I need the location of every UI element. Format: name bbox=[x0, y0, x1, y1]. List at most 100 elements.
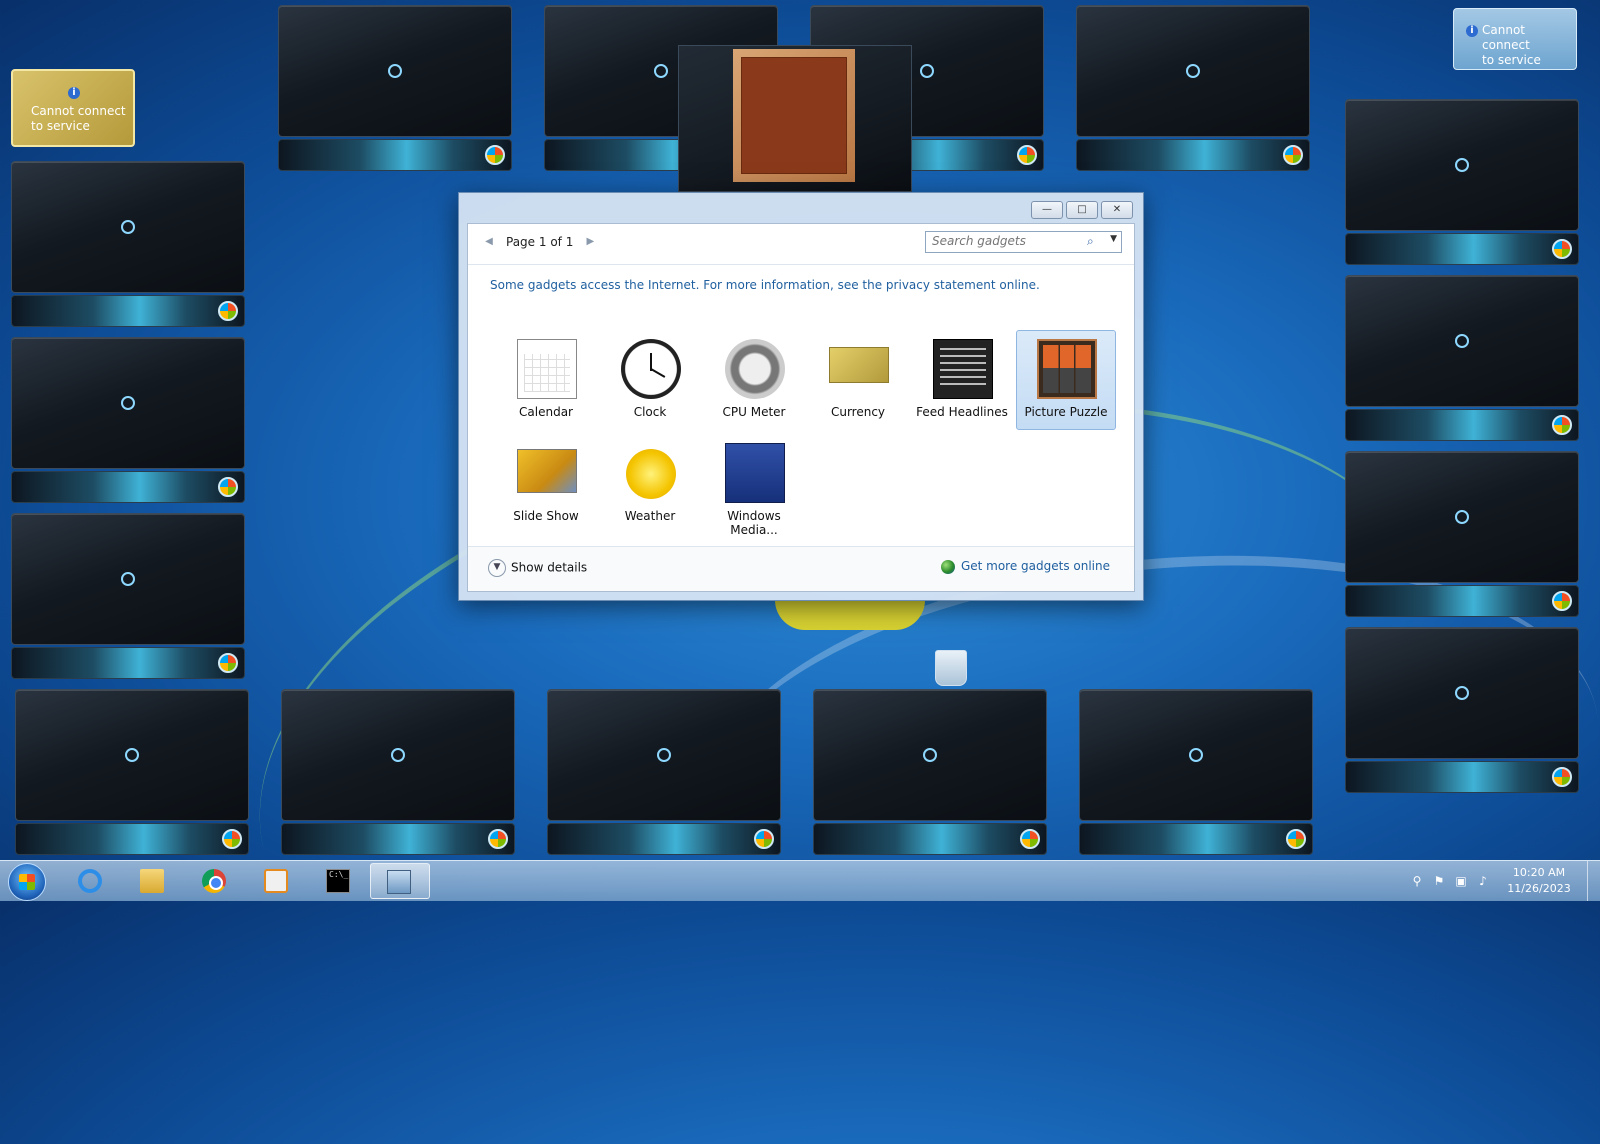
taskbar-app-command-prompt[interactable]: C:\_ bbox=[310, 863, 366, 899]
gadgets-toolbar: ◀ Page 1 of 1 ▶ ⌕ ▼ bbox=[468, 224, 1134, 265]
gadget-item-clock[interactable]: Clock bbox=[600, 330, 700, 430]
clock-date: 11/26/2023 bbox=[1507, 882, 1571, 895]
search-input[interactable] bbox=[926, 232, 1088, 250]
currency-gadget[interactable]: i Cannot connect to service bbox=[11, 69, 135, 147]
recycle-bin-icon[interactable] bbox=[935, 650, 967, 688]
gadget-bar bbox=[1079, 823, 1313, 855]
message-line: to service bbox=[1482, 53, 1541, 67]
taskbar-app-media-player[interactable] bbox=[248, 863, 304, 899]
gadget-item-label: Weather bbox=[624, 509, 676, 523]
internet-explorer-icon bbox=[78, 869, 102, 893]
puzzle-frame bbox=[733, 49, 855, 182]
gadget-item-weather[interactable]: Weather bbox=[600, 434, 700, 534]
start-button[interactable] bbox=[8, 863, 46, 901]
gadget-bar bbox=[1345, 409, 1579, 441]
desktop-gadget[interactable] bbox=[11, 337, 245, 503]
gadget-item-currency[interactable]: Currency bbox=[808, 330, 908, 430]
gadget-bar bbox=[1345, 585, 1579, 617]
taskbar-app-chrome[interactable] bbox=[186, 863, 242, 899]
desktop-gadget[interactable] bbox=[1079, 689, 1313, 855]
loading-spinner-icon bbox=[1455, 510, 1469, 524]
gadget-screen bbox=[281, 689, 515, 821]
windows-logo-icon bbox=[1552, 415, 1572, 435]
desktop-gadget[interactable] bbox=[1076, 5, 1310, 171]
desktop-gadget[interactable] bbox=[1345, 275, 1579, 441]
network-icon[interactable]: ▣ bbox=[1453, 873, 1469, 889]
taskbar-app-internet-explorer[interactable] bbox=[62, 863, 118, 899]
desktop-gadget[interactable] bbox=[1345, 627, 1579, 793]
service-notice-gadget[interactable]: i Cannot connect to service bbox=[1453, 8, 1577, 70]
taskbar-app-gadgets[interactable] bbox=[370, 863, 430, 899]
desktop-gadget[interactable] bbox=[1345, 99, 1579, 265]
gadget-item-label: Clock bbox=[633, 405, 667, 419]
flag-icon[interactable]: ⚑ bbox=[1431, 873, 1447, 889]
loading-spinner-icon bbox=[657, 748, 671, 762]
gadget-screen bbox=[11, 337, 245, 469]
gadget-bar bbox=[11, 647, 245, 679]
desktop-gadget[interactable] bbox=[11, 513, 245, 679]
gadget-item-windows-media[interactable]: Windows Media... bbox=[704, 434, 804, 537]
slide-show-icon bbox=[517, 449, 577, 493]
show-details-button[interactable]: ▼ Show details bbox=[488, 559, 587, 577]
gadget-bar bbox=[1076, 139, 1310, 171]
gadget-item-picture-puzzle[interactable]: Picture Puzzle bbox=[1016, 330, 1116, 430]
next-page-icon[interactable]: ▶ bbox=[581, 232, 599, 252]
gadget-item-slide-show[interactable]: Slide Show bbox=[496, 434, 596, 534]
notice-message: Cannot connect to service bbox=[1482, 23, 1576, 68]
pager: ◀ Page 1 of 1 ▶ bbox=[480, 232, 599, 254]
search-icon[interactable]: ⌕ bbox=[1087, 234, 1099, 248]
volume-icon[interactable]: ♪ bbox=[1475, 873, 1491, 889]
windows-logo-icon bbox=[1552, 591, 1572, 611]
currency-gadget-message: Cannot connect to service bbox=[31, 104, 126, 134]
desktop-gadget[interactable] bbox=[278, 5, 512, 171]
gadgets-footer: ▼ Show details Get more gadgets online bbox=[468, 546, 1134, 591]
loading-spinner-icon bbox=[920, 64, 934, 78]
currency-icon bbox=[829, 347, 889, 383]
loading-spinner-icon bbox=[121, 572, 135, 586]
window-controls: — □ ✕ bbox=[1028, 201, 1133, 219]
gadget-bar bbox=[813, 823, 1047, 855]
taskbar-app-windows-explorer[interactable] bbox=[124, 863, 180, 899]
info-icon: i bbox=[68, 87, 80, 99]
loading-spinner-icon bbox=[391, 748, 405, 762]
windows-logo-icon bbox=[1552, 767, 1572, 787]
chevron-down-icon[interactable]: ▼ bbox=[1110, 234, 1117, 244]
gadget-screen bbox=[1345, 99, 1579, 231]
show-desktop-button[interactable] bbox=[1587, 861, 1600, 901]
page-label: Page 1 of 1 bbox=[506, 235, 574, 249]
gadget-screen bbox=[1076, 5, 1310, 137]
gadget-item-label: Currency bbox=[830, 405, 886, 419]
gadget-item-cpu-meter[interactable]: CPU Meter bbox=[704, 330, 804, 430]
desktop-gadget[interactable] bbox=[547, 689, 781, 855]
windows-logo-icon bbox=[222, 829, 242, 849]
gadget-screen bbox=[547, 689, 781, 821]
desktop-gadget[interactable] bbox=[15, 689, 249, 855]
loading-spinner-icon bbox=[1455, 686, 1469, 700]
desktop-gadget[interactable] bbox=[11, 161, 245, 327]
gadgets-window: —□✕ ◀ Page 1 of 1 ▶ ⌕ ▼ Some gadgets acces… bbox=[458, 192, 1144, 601]
search-icon[interactable]: ⚲ bbox=[1409, 873, 1425, 889]
minimize-button[interactable]: — bbox=[1031, 201, 1063, 219]
desktop-gadget[interactable] bbox=[281, 689, 515, 855]
gadget-item-calendar[interactable]: Calendar bbox=[496, 330, 596, 430]
gadget-item-feed-headlines[interactable]: Feed Headlines bbox=[912, 330, 1012, 430]
gadget-bar bbox=[278, 139, 512, 171]
chevron-down-icon: ▼ bbox=[488, 559, 506, 577]
loading-spinner-icon bbox=[1455, 334, 1469, 348]
privacy-notice-link[interactable]: Some gadgets access the Internet. For mo… bbox=[490, 278, 1040, 292]
loading-spinner-icon bbox=[388, 64, 402, 78]
desktop-gadget[interactable] bbox=[813, 689, 1047, 855]
get-more-gadgets-link[interactable]: Get more gadgets online bbox=[940, 559, 1110, 574]
picture-puzzle-gadget[interactable] bbox=[678, 45, 912, 192]
desktop-gadget[interactable] bbox=[1345, 451, 1579, 617]
windows-logo-icon bbox=[488, 829, 508, 849]
gadget-bar bbox=[547, 823, 781, 855]
gadget-screen bbox=[1345, 275, 1579, 407]
taskbar-clock[interactable]: 10:20 AM 11/26/2023 bbox=[1504, 865, 1574, 897]
close-button[interactable]: ✕ bbox=[1101, 201, 1133, 219]
previous-page-icon[interactable]: ◀ bbox=[480, 232, 498, 252]
maximize-button[interactable]: □ bbox=[1066, 201, 1098, 219]
gadgets-panel: ◀ Page 1 of 1 ▶ ⌕ ▼ Some gadgets access th… bbox=[467, 223, 1135, 592]
show-details-label: Show details bbox=[511, 560, 588, 575]
message-line: Cannot connect bbox=[31, 104, 126, 118]
